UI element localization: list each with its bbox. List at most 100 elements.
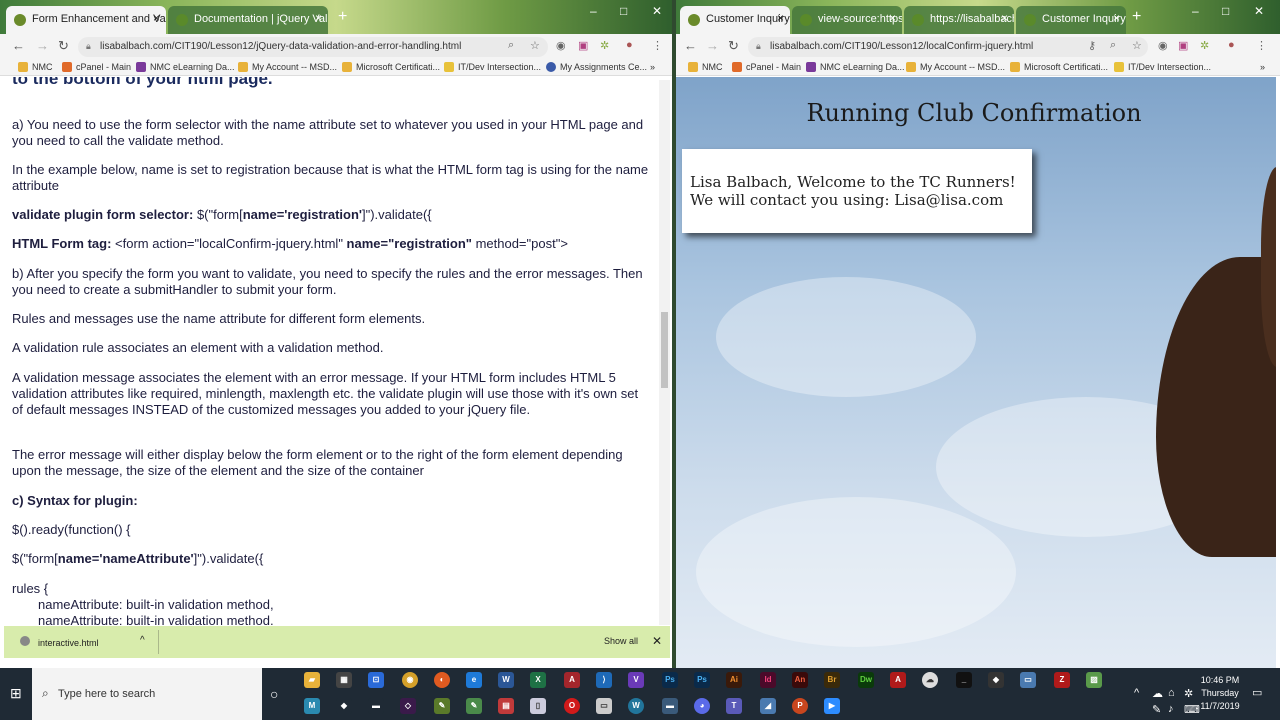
zoom-icon[interactable]: ⌕ [508, 39, 514, 52]
vertical-scrollbar[interactable] [659, 80, 670, 625]
close-icon[interactable]: × [1001, 11, 1008, 25]
file-explorer-icon[interactable]: ▰ [304, 672, 320, 688]
app-icon[interactable]: ◆ [336, 698, 352, 714]
bookmark[interactable]: Microsoft Certificati... [342, 62, 440, 72]
settings-icon[interactable]: ✲ [1184, 687, 1193, 700]
bookmark[interactable]: IT/Dev Intersection... [1114, 62, 1211, 72]
app-icon[interactable]: ▤ [498, 698, 514, 714]
tab-customer-inquiry[interactable]: Customer Inquiry × [680, 6, 790, 34]
chevron-up-icon[interactable]: ^ [1134, 687, 1139, 699]
show-all-button[interactable]: Show all [604, 636, 638, 646]
extension-icon[interactable]: ◉ [556, 39, 566, 52]
menu-icon[interactable]: ⋮ [1256, 39, 1267, 52]
maximize-icon[interactable]: □ [1222, 4, 1229, 18]
animate-icon[interactable]: An [792, 672, 808, 688]
filezilla-icon[interactable]: Z [1054, 672, 1070, 688]
chrome-icon[interactable]: ◉ [402, 672, 418, 688]
word-icon[interactable]: W [498, 672, 514, 688]
bookmark[interactable]: cPanel - Main [732, 62, 801, 72]
wordpress-icon[interactable]: W [628, 698, 644, 714]
avatar[interactable]: ● [1228, 39, 1235, 51]
star-icon[interactable]: ☆ [1132, 39, 1142, 52]
tab-view-source[interactable]: view-source:https: × [792, 6, 902, 34]
chevron-up-icon[interactable]: ^ [140, 635, 145, 646]
visual-studio-icon[interactable]: V [628, 672, 644, 688]
cortana-icon[interactable]: ○ [270, 686, 278, 702]
avatar[interactable]: ● [626, 39, 633, 51]
volume-icon[interactable]: ♪ [1168, 703, 1174, 715]
close-icon[interactable]: ✕ [652, 634, 662, 648]
extension-icon[interactable]: ◉ [1158, 39, 1168, 52]
windows-start-icon[interactable]: ⊞ [10, 686, 24, 700]
close-icon[interactable]: × [315, 11, 322, 25]
forward-icon[interactable]: → [36, 38, 49, 53]
teams-icon[interactable]: T [726, 698, 742, 714]
tab-form-enhancement[interactable]: Form Enhancement and Validati × [6, 6, 166, 34]
acrobat-icon[interactable]: A [890, 672, 906, 688]
app-icon[interactable]: ▭ [596, 698, 612, 714]
forward-icon[interactable]: → [706, 38, 719, 53]
bookmark[interactable]: NMC [688, 62, 723, 72]
reload-icon[interactable]: ↻ [728, 38, 739, 54]
extension-icon[interactable]: ▣ [578, 39, 588, 52]
excel-icon[interactable]: X [530, 672, 546, 688]
app-icon[interactable]: ▬ [368, 698, 384, 714]
close-window-icon[interactable]: ✕ [652, 4, 662, 18]
close-icon[interactable]: × [889, 11, 896, 25]
bookmark[interactable]: cPanel - Main [62, 62, 131, 72]
cloud-icon[interactable]: ☁ [1152, 687, 1163, 700]
app-icon[interactable]: M [304, 698, 320, 714]
opera-icon[interactable]: O [564, 698, 580, 714]
tab-lisabalbach[interactable]: https://lisabalbach × [904, 6, 1014, 34]
bookmark[interactable]: Microsoft Certificati... [1010, 62, 1108, 72]
address-bar[interactable]: 🔒︎ lisabalbach.com/CIT190/Lesson12/jQuer… [78, 37, 548, 57]
bookmark[interactable]: My Account -- MSD... [906, 62, 1005, 72]
extension-icon[interactable]: ▣ [1178, 39, 1188, 52]
bookmark[interactable]: NMC [18, 62, 53, 72]
tab-customer-inquiry-2[interactable]: Customer Inquiry × [1016, 6, 1126, 34]
close-window-icon[interactable]: ✕ [1254, 4, 1264, 18]
more-bookmarks-icon[interactable]: » [1260, 62, 1265, 72]
photoshop-icon[interactable]: Ps [694, 672, 710, 688]
extension-icon[interactable]: ✲ [600, 39, 609, 52]
powerpoint-icon[interactable]: P [792, 698, 808, 714]
indesign-icon[interactable]: Id [760, 672, 776, 688]
firefox-icon[interactable]: ◐ [434, 672, 450, 688]
close-icon[interactable]: × [1113, 11, 1120, 25]
remote-desktop-icon[interactable]: ▭ [1020, 672, 1036, 688]
bookmark[interactable]: NMC eLearning Da... [136, 62, 235, 72]
access-icon[interactable]: A [564, 672, 580, 688]
download-item[interactable]: interactive.html [38, 638, 99, 648]
bookmark[interactable]: My Assignments Ce... [546, 62, 647, 72]
key-icon[interactable]: ⚷ [1088, 39, 1096, 52]
network-icon[interactable]: ⌂ [1168, 687, 1175, 699]
photoshop-icon[interactable]: Ps [662, 672, 678, 688]
scrollbar-thumb[interactable] [661, 312, 668, 388]
vscode-icon[interactable]: ⟩ [596, 672, 612, 688]
back-icon[interactable]: ← [684, 38, 697, 53]
new-tab-icon[interactable]: + [1132, 8, 1141, 26]
zoom-icon[interactable]: ⌕ [1110, 39, 1116, 52]
image-app-icon[interactable]: ▨ [1086, 672, 1102, 688]
discord-icon[interactable]: ◕ [694, 698, 710, 714]
store-icon[interactable]: ⊡ [368, 672, 384, 688]
reload-icon[interactable]: ↻ [58, 38, 69, 54]
bridge-icon[interactable]: Br [824, 672, 840, 688]
app-icon[interactable]: ◇ [400, 698, 416, 714]
cloud-app-icon[interactable]: ☁ [922, 672, 938, 688]
star-icon[interactable]: ☆ [530, 39, 540, 52]
clock[interactable]: 10:46 PM Thursday 11/7/2019 [1196, 674, 1244, 713]
app-icon[interactable]: ◆ [988, 672, 1004, 688]
close-icon[interactable]: × [153, 11, 160, 25]
menu-icon[interactable]: ⋮ [652, 39, 663, 52]
app-icon[interactable]: ▯ [530, 698, 546, 714]
tab-documentation[interactable]: Documentation | jQuery Validat × [168, 6, 328, 34]
pen-icon[interactable]: ✎ [1152, 703, 1161, 716]
app-icon[interactable]: ▬ [662, 698, 678, 714]
minimize-icon[interactable]: – [590, 4, 597, 18]
extension-icon[interactable]: ✲ [1200, 39, 1209, 52]
search-box[interactable]: ⌕ Type here to search [32, 668, 262, 720]
minimize-icon[interactable]: – [1192, 4, 1199, 18]
app-icon[interactable]: ✎ [434, 698, 450, 714]
more-bookmarks-icon[interactable]: » [650, 62, 655, 72]
